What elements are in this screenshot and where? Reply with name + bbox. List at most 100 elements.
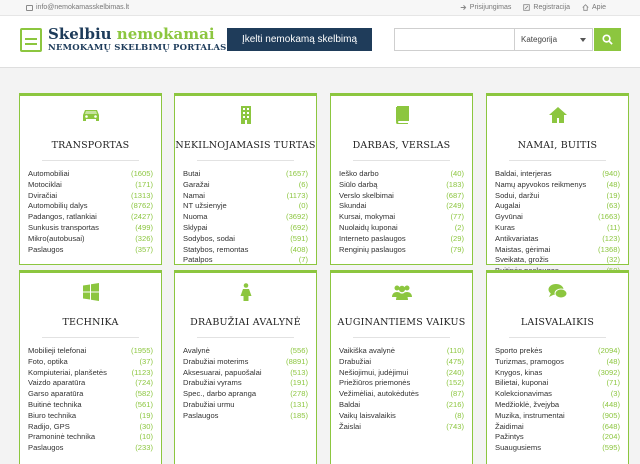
list-item[interactable]: Pažintys (204): [495, 432, 620, 443]
subcategory-link[interactable]: Antikvariatas: [495, 234, 538, 245]
list-item[interactable]: Automobiliai (1605): [28, 169, 153, 180]
subcategory-link[interactable]: Paslaugos: [183, 411, 218, 422]
list-item[interactable]: Ieško darbo (40): [339, 169, 464, 180]
subcategory-link[interactable]: Buitinė technika: [28, 400, 82, 411]
subcategory-link[interactable]: Augalai: [495, 201, 520, 212]
list-item[interactable]: Baldai, interjeras (940): [495, 169, 620, 180]
subcategory-link[interactable]: Paslaugos: [28, 245, 63, 256]
subcategory-link[interactable]: NT užsienyje: [183, 201, 227, 212]
subcategory-link[interactable]: Garažai: [183, 180, 210, 191]
subcategory-link[interactable]: Renginių paslaugos: [339, 245, 406, 256]
list-item[interactable]: Vaikiška avalynė (110): [339, 346, 464, 357]
list-item[interactable]: Augalai (63): [495, 201, 620, 212]
subcategory-link[interactable]: Suaugusiems: [495, 443, 541, 454]
subcategory-link[interactable]: Namų apyvokos reikmenys: [495, 180, 586, 191]
list-item[interactable]: Drabužiai vyrams (191): [183, 378, 308, 389]
list-item[interactable]: Sporto prekės (2094): [495, 346, 620, 357]
post-ad-button[interactable]: Įkelti nemokamą skelbimą: [227, 28, 372, 51]
list-item[interactable]: Foto, optika (37): [28, 357, 153, 368]
list-item[interactable]: Automobilių dalys (8762): [28, 201, 153, 212]
list-item[interactable]: Drabužiai moterims (8891): [183, 357, 308, 368]
list-item[interactable]: Butai (1657): [183, 169, 308, 180]
subcategory-link[interactable]: Vežimėliai, autokėdutės: [339, 389, 419, 400]
subcategory-link[interactable]: Foto, optika: [28, 357, 68, 368]
list-item[interactable]: Vaizdo aparatūra (724): [28, 378, 153, 389]
subcategory-link[interactable]: Medžioklė, žvejyba: [495, 400, 559, 411]
subcategory-link[interactable]: Siūlo darbą: [339, 180, 377, 191]
list-item[interactable]: Namų apyvokos reikmenys (48): [495, 180, 620, 191]
subcategory-link[interactable]: Verslo skelbimai: [339, 191, 394, 202]
subcategory-link[interactable]: Mobilieji telefonai: [28, 346, 86, 357]
list-item[interactable]: Biuro technika (19): [28, 411, 153, 422]
subcategory-link[interactable]: Kuras: [495, 223, 515, 234]
subcategory-link[interactable]: Nuoma: [183, 212, 207, 223]
list-item[interactable]: Statybos, remontas (408): [183, 245, 308, 256]
list-item[interactable]: Garso aparatūra (582): [28, 389, 153, 400]
subcategory-link[interactable]: Sodybos, sodai: [183, 234, 235, 245]
list-item[interactable]: Sodybos, sodai (591): [183, 234, 308, 245]
list-item[interactable]: Turizmas, pramogos (48): [495, 357, 620, 368]
list-item[interactable]: Kursai, mokymai (77): [339, 212, 464, 223]
list-item[interactable]: Priežiūros priemonės (152): [339, 378, 464, 389]
login-link[interactable]: Prisijungimas: [460, 4, 511, 11]
list-item[interactable]: Renginių paslaugos (79): [339, 245, 464, 256]
subcategory-link[interactable]: Padangos, ratlankiai: [28, 212, 97, 223]
contact-email[interactable]: info@nemokamasskelbimas.lt: [26, 4, 129, 11]
list-item[interactable]: Paslaugos (185): [183, 411, 308, 422]
subcategory-link[interactable]: Drabužiai urmu: [183, 400, 235, 411]
subcategory-link[interactable]: Baldai, interjeras: [495, 169, 552, 180]
subcategory-link[interactable]: Pažintys: [495, 432, 524, 443]
subcategory-link[interactable]: Nuolaidų kuponai: [339, 223, 398, 234]
list-item[interactable]: Siūlo darbą (183): [339, 180, 464, 191]
subcategory-link[interactable]: Vaikų laisvalaikis: [339, 411, 396, 422]
subcategory-link[interactable]: Kursai, mokymai: [339, 212, 395, 223]
list-item[interactable]: Muzika, instrumentai (905): [495, 411, 620, 422]
list-item[interactable]: Vežimėliai, autokėdutės (87): [339, 389, 464, 400]
subcategory-link[interactable]: Gyvūnai: [495, 212, 523, 223]
list-item[interactable]: Kolekcionavimas (3): [495, 389, 620, 400]
subcategory-link[interactable]: Avalynė: [183, 346, 210, 357]
subcategory-link[interactable]: Drabužiai: [339, 357, 371, 368]
list-item[interactable]: Patalpos (7): [183, 255, 308, 266]
subcategory-link[interactable]: Sporto prekės: [495, 346, 542, 357]
list-item[interactable]: Avalynė (556): [183, 346, 308, 357]
list-item[interactable]: Paslaugos (233): [28, 443, 153, 454]
subcategory-link[interactable]: Mikro(autobusai): [28, 234, 85, 245]
register-link[interactable]: Registracija: [523, 4, 570, 11]
subcategory-link[interactable]: Vaizdo aparatūra: [28, 378, 85, 389]
subcategory-link[interactable]: Turizmas, pramogos: [495, 357, 564, 368]
subcategory-link[interactable]: Žaislai: [339, 422, 361, 433]
list-item[interactable]: Medžioklė, žvejyba (448): [495, 400, 620, 411]
list-item[interactable]: Spec., darbo apranga (278): [183, 389, 308, 400]
list-item[interactable]: Interneto paslaugos (29): [339, 234, 464, 245]
list-item[interactable]: Drabužiai urmu (131): [183, 400, 308, 411]
list-item[interactable]: Sunkusis transportas (499): [28, 223, 153, 234]
list-item[interactable]: Skundai (249): [339, 201, 464, 212]
list-item[interactable]: Radijo, GPS (30): [28, 422, 153, 433]
list-item[interactable]: Sodui, daržui (19): [495, 191, 620, 202]
list-item[interactable]: Pramoninė technika (10): [28, 432, 153, 443]
subcategory-link[interactable]: Nešiojimui, judėjimui: [339, 368, 408, 379]
list-item[interactable]: Žaislai (743): [339, 422, 464, 433]
subcategory-link[interactable]: Sveikata, grožis: [495, 255, 549, 266]
subcategory-link[interactable]: Kompiuteriai, planšetės: [28, 368, 107, 379]
site-logo[interactable]: Skelbiu nemokamai NEMOKAMŲ SKELBIMŲ PORT…: [20, 26, 226, 53]
subcategory-link[interactable]: Motociklai: [28, 180, 62, 191]
list-item[interactable]: Suaugusiems (595): [495, 443, 620, 454]
list-item[interactable]: Sklypai (692): [183, 223, 308, 234]
list-item[interactable]: Padangos, ratlankiai (2427): [28, 212, 153, 223]
subcategory-link[interactable]: Butai: [183, 169, 200, 180]
list-item[interactable]: Drabužiai (475): [339, 357, 464, 368]
list-item[interactable]: Garažai (6): [183, 180, 308, 191]
subcategory-link[interactable]: Pramoninė technika: [28, 432, 95, 443]
subcategory-link[interactable]: Žaidimai: [495, 422, 524, 433]
subcategory-link[interactable]: Patalpos: [183, 255, 213, 266]
subcategory-link[interactable]: Baldai: [339, 400, 360, 411]
list-item[interactable]: Paslaugos (357): [28, 245, 153, 256]
subcategory-link[interactable]: Knygos, kinas: [495, 368, 542, 379]
subcategory-link[interactable]: Muzika, instrumentai: [495, 411, 565, 422]
subcategory-link[interactable]: Ieško darbo: [339, 169, 379, 180]
list-item[interactable]: Baldai (216): [339, 400, 464, 411]
subcategory-link[interactable]: Drabužiai moterims: [183, 357, 248, 368]
list-item[interactable]: Mikro(autobusai) (326): [28, 234, 153, 245]
